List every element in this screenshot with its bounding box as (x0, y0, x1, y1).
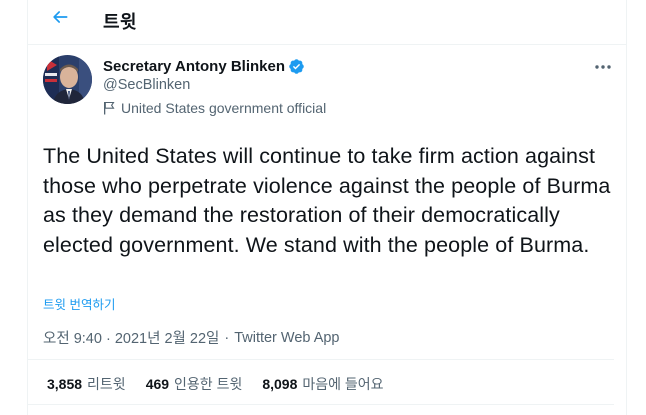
divider (28, 359, 614, 360)
page-title: 트윗 (103, 12, 138, 32)
flag-icon (103, 101, 115, 115)
tweet-detail-page: 트윗 Secretary Antony Blinken @SecBlinken (0, 0, 646, 415)
tweet-stats: 3,858 리트윗 469 인용한 트윗 8,098 마음에 들어요 (47, 374, 384, 394)
back-button[interactable] (49, 8, 71, 30)
likes-count: 8,098 (262, 376, 298, 392)
tweet-meta: 오전 9:40 · 2021년 2월 22일 · Twitter Web App (43, 327, 340, 348)
retweets-count: 3,858 (47, 376, 83, 392)
translate-tweet-link[interactable]: 트윗 번역하기 (43, 294, 115, 313)
arrow-left-icon (50, 7, 70, 32)
divider (28, 404, 614, 405)
verified-badge-icon (288, 58, 305, 75)
more-options-button[interactable] (592, 56, 614, 76)
tweet-source[interactable]: Twitter Web App (234, 330, 339, 346)
likes-stat[interactable]: 8,098 마음에 들어요 (262, 374, 383, 394)
retweets-stat[interactable]: 3,858 리트윗 (47, 374, 126, 394)
column-border-right (626, 0, 627, 415)
government-label-text: United States government official (121, 100, 327, 116)
column-border-left (27, 0, 28, 415)
quote-tweets-count: 469 (145, 376, 170, 392)
author-name[interactable]: Secretary Antony Blinken (103, 58, 305, 75)
tweet-text: The United States will continue to take … (43, 144, 611, 257)
more-horizontal-icon (594, 57, 612, 75)
quote-tweets-label: 인용한 트윗 (174, 376, 243, 392)
author-handle[interactable]: @SecBlinken (103, 77, 190, 93)
likes-label: 마음에 들어요 (302, 376, 384, 392)
page-header: 트윗 (28, 0, 626, 45)
government-label: United States government official (103, 100, 326, 116)
meta-separator: · (224, 329, 230, 346)
tweet-timestamp[interactable]: 오전 9:40 · 2021년 2월 22일 (43, 327, 219, 348)
avatar[interactable] (43, 55, 92, 104)
quote-tweets-stat[interactable]: 469 인용한 트윗 (146, 374, 243, 394)
author-name-text: Secretary Antony Blinken (103, 58, 285, 75)
retweets-label: 리트윗 (87, 376, 126, 392)
